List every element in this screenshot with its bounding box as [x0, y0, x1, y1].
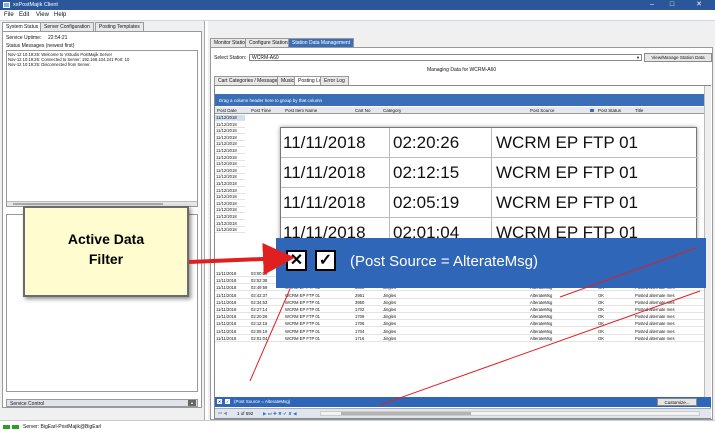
guide-line: [559, 247, 697, 298]
status-bar: Server: BigEarl-PostMajik@BigEarl: [0, 420, 715, 433]
guide-line: [379, 290, 701, 406]
arrow-icon: [188, 242, 295, 275]
connection-indicator-icon: [12, 425, 19, 429]
status-text: Server: BigEarl-PostMajik@BigEarl: [23, 424, 102, 430]
connection-indicator-icon: [3, 425, 10, 429]
guide-line: [249, 288, 291, 382]
arrow-overlay: [188, 242, 701, 406]
